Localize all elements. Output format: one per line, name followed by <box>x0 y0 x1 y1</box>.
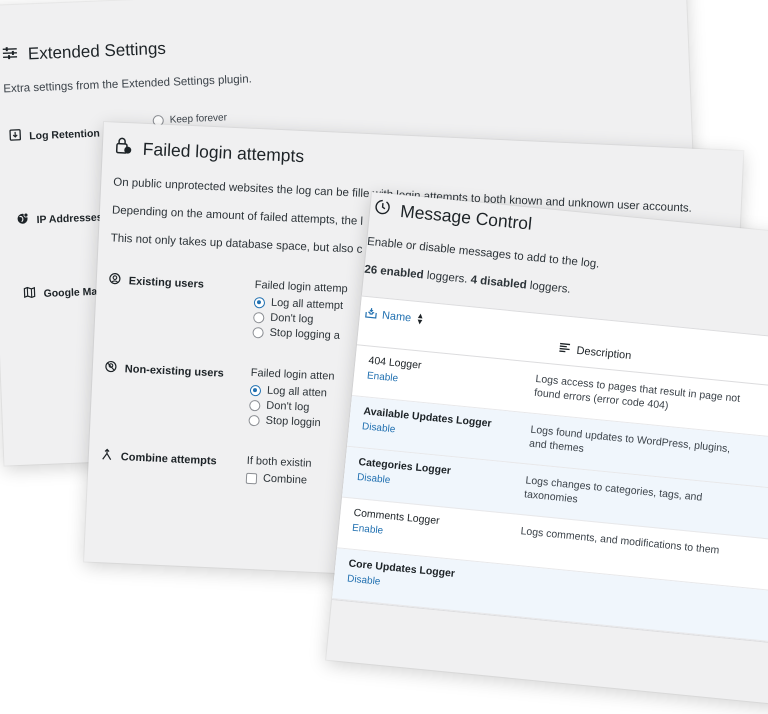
message-control-panel: Message Control Enable or disable messag… <box>326 192 768 714</box>
logger-name: 404 Logger <box>368 354 422 371</box>
clock-icon <box>373 198 391 220</box>
logger-action-link[interactable]: Disable <box>362 421 396 435</box>
existing-log-all-option[interactable]: Log all attempt <box>254 296 347 312</box>
map-icon <box>23 286 36 301</box>
lock-user-icon <box>114 137 133 161</box>
existing-dont-log-option[interactable]: Don't log <box>253 311 346 327</box>
text-lines-icon <box>558 342 571 356</box>
nonexisting-dont-log-option[interactable]: Don't log <box>249 399 333 415</box>
message-control-subtitle: Enable or disable messages to add to the… <box>367 236 600 271</box>
existing-dont-log-radio[interactable] <box>253 311 264 322</box>
user-slash-icon <box>105 360 118 376</box>
user-circle-icon <box>109 272 122 288</box>
nonexisting-stop-logging-radio[interactable] <box>248 414 259 425</box>
tray-icon <box>364 307 377 322</box>
combine-checkbox[interactable] <box>246 472 257 483</box>
non-existing-users-options: Failed login atten Log all atten Don't l… <box>248 367 335 433</box>
combine-option[interactable]: Combine <box>246 472 311 487</box>
extended-settings-header: Extended Settings <box>2 39 167 66</box>
logger-description: Logs access to pages that result in page… <box>533 373 755 422</box>
extended-settings-title: Extended Settings <box>28 39 167 65</box>
merge-icon <box>101 448 114 464</box>
logger-action-link[interactable]: Enable <box>352 523 384 537</box>
logger-action-link[interactable]: Enable <box>366 370 398 384</box>
logger-action-link[interactable]: Disable <box>357 472 391 486</box>
enabled-count: 26 enabled <box>364 264 424 282</box>
combine-attempts-options: If both existin Combine <box>246 455 312 490</box>
existing-log-all-radio[interactable] <box>254 296 265 307</box>
sliders-icon <box>2 45 19 65</box>
name-column-header[interactable]: Name ▲▼ <box>364 307 424 327</box>
combine-attempts-label: Combine attempts <box>101 448 218 468</box>
existing-users-options: Failed login attemp Log all attempt Don'… <box>252 279 348 345</box>
combine-caption: If both existin <box>247 455 312 470</box>
logger-description: Logs changes to categories, tags, and ta… <box>524 474 746 523</box>
existing-stop-logging-option[interactable]: Stop logging a <box>252 326 345 342</box>
failed-login-para-3: This not only takes up database space, b… <box>110 232 362 255</box>
non-existing-users-label: Non-existing users <box>105 360 225 380</box>
sort-icon[interactable]: ▲▼ <box>416 313 425 326</box>
non-existing-users-caption: Failed login atten <box>250 367 334 383</box>
nonexisting-dont-log-radio[interactable] <box>249 399 260 410</box>
nonexisting-log-all-option[interactable]: Log all atten <box>250 384 334 400</box>
globe-icon <box>16 212 29 227</box>
failed-login-para-2: Depending on the amount of failed attemp… <box>112 204 364 227</box>
logger-counts: 26 enabled loggers. 4 disabled loggers. <box>364 264 571 296</box>
logger-description: Logs found updates to WordPress, plugins… <box>528 424 750 473</box>
description-column-header: Description <box>558 342 632 362</box>
existing-users-label: Existing users <box>109 272 205 291</box>
nonexisting-log-all-radio[interactable] <box>250 384 261 395</box>
existing-stop-logging-radio[interactable] <box>252 326 263 337</box>
failed-login-header: Failed login attempts <box>114 137 304 169</box>
failed-login-title: Failed login attempts <box>142 139 304 167</box>
existing-users-caption: Failed login attemp <box>254 279 347 295</box>
archive-icon <box>9 129 22 144</box>
loggers-table: Name ▲▼ Description 404 Logger Enable Lo… <box>326 295 768 650</box>
nonexisting-stop-logging-option[interactable]: Stop loggin <box>248 414 332 430</box>
log-retention-label: Log Retention <box>9 126 100 145</box>
ip-addresses-label: IP Addresses <box>16 210 102 228</box>
extended-settings-intro: Extra settings from the Extended Setting… <box>3 73 252 95</box>
message-control-title: Message Control <box>399 201 533 235</box>
disabled-count: 4 disabled <box>470 274 527 291</box>
